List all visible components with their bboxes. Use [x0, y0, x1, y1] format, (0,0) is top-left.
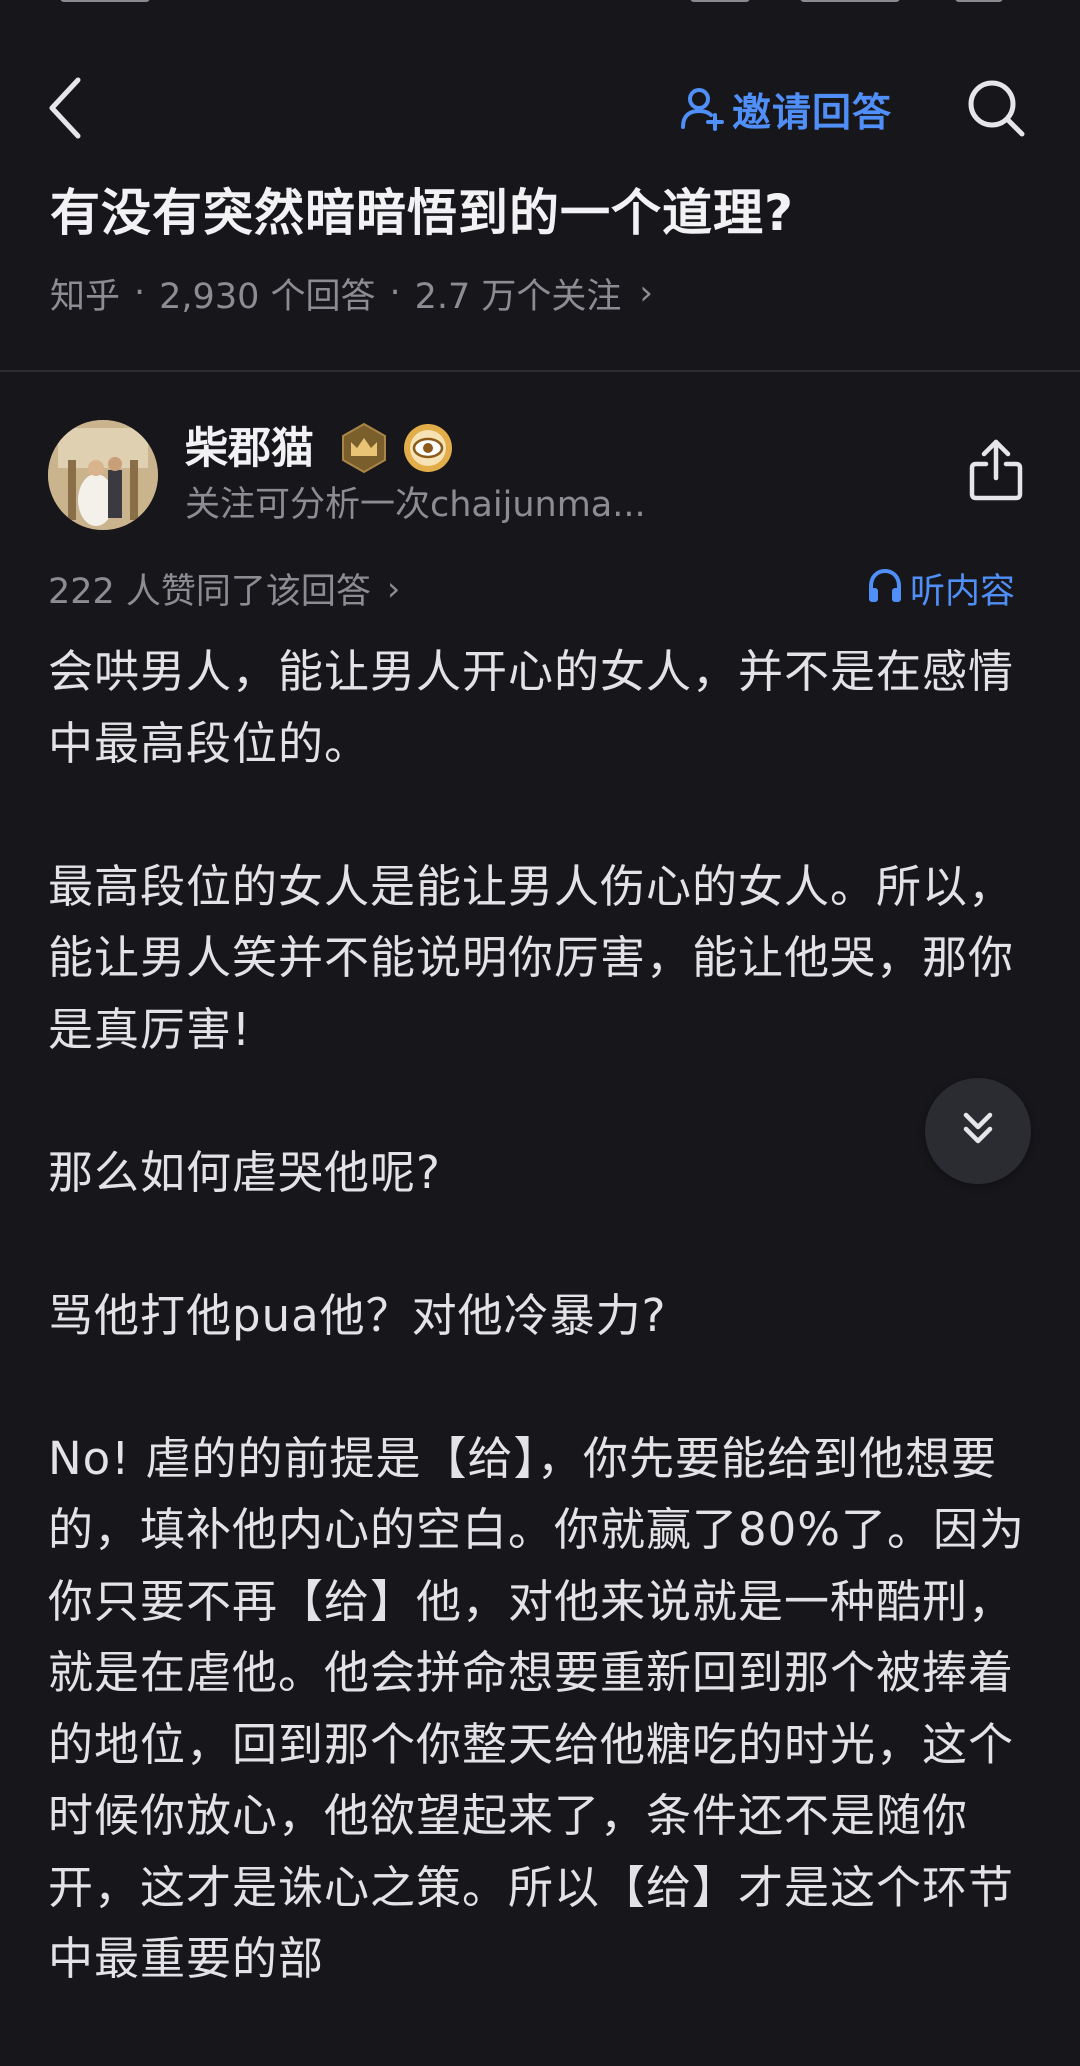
listen-button[interactable]: 听内容	[866, 560, 1015, 616]
answer-paragraph: 骂他打他pua他？对他冷暴力?	[48, 1288, 667, 1342]
invite-answer-button[interactable]: 邀请回答	[680, 78, 892, 142]
share-icon	[968, 438, 1024, 506]
chevron-right-icon: ›	[639, 273, 654, 313]
vote-count-link[interactable]: 222 人赞同了该回答 ›	[48, 560, 400, 616]
search-button[interactable]	[962, 76, 1030, 144]
answer-paragraph: 那么如何虐哭他呢?	[48, 1145, 441, 1199]
share-button[interactable]	[962, 436, 1030, 508]
answer-count: 2,930 个回答	[159, 276, 376, 317]
invite-answer-label: 邀请回答	[732, 91, 893, 136]
headphones-icon	[866, 567, 904, 609]
author-name[interactable]: 柴郡猫	[185, 418, 314, 480]
scroll-down-button[interactable]	[925, 1078, 1031, 1184]
eye-badge-icon[interactable]	[402, 422, 454, 474]
top-bar: 邀请回答	[0, 60, 1080, 160]
question-title[interactable]: 有没有突然暗暗悟到的一个道理?	[50, 178, 1040, 248]
author-bio: 关注可分析一次chaijunma...	[185, 485, 646, 525]
divider	[0, 370, 1080, 372]
question-meta[interactable]: 知乎 · 2,930 个回答 · 2.7 万个关注 ›	[50, 265, 653, 321]
author-avatar[interactable]	[48, 420, 158, 530]
separator-dot: ·	[134, 273, 146, 313]
follower-count: 2.7 万个关注	[414, 276, 622, 317]
separator-dot: ·	[389, 273, 401, 313]
double-chevron-down-icon	[958, 1109, 998, 1153]
back-button[interactable]	[40, 74, 92, 146]
listen-label: 听内容	[910, 571, 1016, 612]
answer-body: 会哄男人，能让男人开心的女人，并不是在感情中最高段位的。 最高段位的女人是能让男…	[48, 636, 1028, 2066]
add-person-icon	[680, 85, 726, 135]
answer-paragraph: 最高段位的女人是能让男人伤心的女人。所以，能让男人笑并不能说明你厉害，能让他哭，…	[48, 859, 1015, 1056]
chevron-left-icon	[46, 76, 86, 144]
search-icon	[966, 78, 1026, 142]
status-bar	[0, 0, 1080, 20]
question-source: 知乎	[50, 276, 121, 317]
answer-paragraph: 会哄男人，能让男人开心的女人，并不是在感情中最高段位的。	[48, 645, 1015, 770]
answer-paragraph: No! 虐的的前提是【给】，你先要能给到他想要的，填补他内心的空白。你就赢了80…	[48, 1431, 1026, 1986]
crown-badge-icon[interactable]	[338, 422, 390, 474]
vote-count: 222 人赞同了该回答	[48, 571, 371, 612]
chevron-right-icon: ›	[386, 568, 401, 608]
